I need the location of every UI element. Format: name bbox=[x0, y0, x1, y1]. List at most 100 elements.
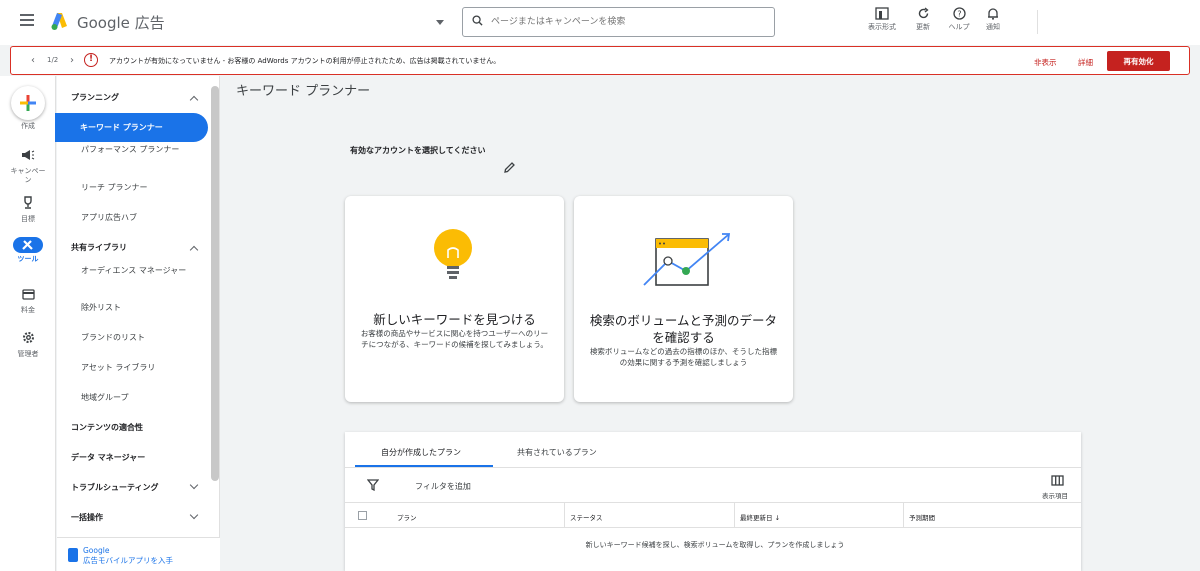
details-link[interactable]: 詳細 bbox=[1078, 57, 1093, 68]
rail-tools[interactable]: ツール bbox=[0, 237, 56, 264]
account-alert-banner: ‹ 1/2 › ! アカウントが有効になっていません - お客様の AdWord… bbox=[10, 46, 1190, 75]
nav-performance-planner[interactable]: パフォーマンス プランナー bbox=[81, 144, 193, 156]
discover-keywords-card[interactable]: 新しいキーワードを見つける お客様の商品やサービスに関心を持つユーザーへのリーチ… bbox=[345, 196, 564, 402]
column-separator bbox=[903, 503, 904, 528]
tabs-divider bbox=[345, 467, 1081, 468]
search-icon bbox=[472, 15, 483, 26]
megaphone-icon bbox=[22, 150, 35, 160]
brand-name: Google 広告 bbox=[77, 14, 165, 32]
header-plan[interactable]: プラン bbox=[397, 512, 417, 522]
nav-brand-lists[interactable]: ブランドのリスト bbox=[81, 332, 193, 344]
nav-exclusion-lists[interactable]: 除外リスト bbox=[81, 302, 193, 314]
toolbar-divider bbox=[1037, 10, 1038, 34]
nav-location-groups[interactable]: 地域グループ bbox=[81, 392, 193, 404]
discover-keywords-desc: お客様の商品やサービスに関心を持つユーザーへのリーチにつながる、キーワードの候補… bbox=[360, 329, 549, 349]
nav-troubleshooting[interactable]: トラブルシューティング bbox=[71, 482, 159, 493]
chevron-up-icon[interactable] bbox=[189, 95, 199, 105]
left-rail: 作成 キャンペーン 目標 ツール 料金 管理者 bbox=[0, 76, 56, 571]
nav-planning[interactable]: プランニング bbox=[71, 92, 119, 103]
search-box[interactable] bbox=[462, 7, 775, 37]
nav-audience-manager[interactable]: オーディエンス マネージャー bbox=[81, 265, 193, 277]
reenable-button[interactable]: 再有効化 bbox=[1107, 51, 1170, 71]
filter-icon[interactable] bbox=[367, 479, 379, 491]
appearance-icon bbox=[875, 7, 889, 20]
error-icon: ! bbox=[84, 53, 98, 67]
nav-keyword-planner-label: キーワード プランナー bbox=[80, 123, 163, 132]
chevron-down-icon[interactable] bbox=[189, 510, 199, 520]
menu-icon[interactable] bbox=[20, 14, 34, 26]
add-filter-button[interactable]: フィルタを追加 bbox=[415, 481, 471, 492]
credit-card-icon bbox=[21, 289, 35, 300]
page-scrollbar[interactable] bbox=[1190, 76, 1198, 456]
mobile-app-promo[interactable]: Google 広告モバイルアプリを入手 bbox=[57, 537, 220, 571]
account-dropdown-icon[interactable] bbox=[436, 20, 444, 25]
rail-create[interactable]: 作成 bbox=[0, 120, 56, 131]
refresh-label: 更新 bbox=[916, 23, 930, 31]
alert-message: アカウントが有効になっていません - お客様の AdWords アカウントの利用… bbox=[109, 57, 501, 65]
plans-panel: 自分が作成したプラン 共有されているプラン フィルタを追加 表示項目 プラン ス… bbox=[345, 432, 1081, 571]
rail-campaigns[interactable]: キャンペーン bbox=[0, 146, 56, 185]
mobile-app-line2: 広告モバイルアプリを入手 bbox=[83, 556, 173, 565]
mobile-app-text: Google 広告モバイルアプリを入手 bbox=[83, 546, 173, 566]
alert-pager: 1/2 bbox=[47, 56, 59, 64]
rail-goals-label: 目標 bbox=[21, 215, 35, 223]
header-forecast-period[interactable]: 予測期間 bbox=[909, 512, 935, 522]
columns-label[interactable]: 表示項目 bbox=[1042, 490, 1068, 500]
top-bar: Google 広告 表示形式 更新 ? ヘルプ 通知 bbox=[0, 0, 1200, 45]
mobile-app-line1: Google bbox=[83, 546, 110, 555]
trophy-icon bbox=[24, 196, 32, 209]
svg-text:?: ? bbox=[957, 10, 961, 19]
forecast-desc: 検索ボリュームなどの過去の指標のほか、そうした指標の効果に関する予測を確認しまし… bbox=[589, 347, 778, 367]
appearance-button[interactable]: 表示形式 bbox=[862, 7, 902, 39]
nav-data-manager[interactable]: データ マネージャー bbox=[71, 452, 145, 463]
header-last-updated[interactable]: 最終更新日 ↓ bbox=[740, 512, 780, 522]
column-separator bbox=[734, 503, 735, 528]
rail-billing-label: 料金 bbox=[21, 306, 35, 314]
tab-shared-plans[interactable]: 共有されているプラン bbox=[517, 447, 597, 458]
pencil-icon[interactable] bbox=[503, 161, 516, 174]
select-account-label: 有効なアカウントを選択してください bbox=[350, 146, 486, 155]
columns-icon[interactable] bbox=[1051, 475, 1064, 486]
forecast-chart-icon bbox=[643, 233, 731, 286]
rail-goals[interactable]: 目標 bbox=[0, 194, 56, 224]
bell-icon bbox=[988, 8, 998, 20]
wrench-icon bbox=[22, 240, 33, 250]
google-ads-logo[interactable] bbox=[50, 11, 70, 31]
phone-icon bbox=[68, 548, 78, 562]
nav-keyword-planner[interactable]: キーワード プランナー bbox=[55, 113, 208, 142]
select-all-checkbox[interactable] bbox=[358, 511, 367, 520]
nav-app-ad-hub[interactable]: アプリ広告ハブ bbox=[81, 212, 193, 224]
chevron-right-icon[interactable]: › bbox=[70, 55, 74, 66]
rail-tools-label: ツール bbox=[17, 255, 39, 263]
nav-shared-library[interactable]: 共有ライブラリ bbox=[71, 242, 127, 253]
nav-scrollbar[interactable] bbox=[211, 86, 219, 481]
nav-content-suitability[interactable]: コンテンツの適合性 bbox=[71, 422, 143, 433]
gear-icon bbox=[22, 332, 34, 343]
nav-reach-planner[interactable]: リーチ プランナー bbox=[81, 182, 193, 194]
rail-admin-label: 管理者 bbox=[17, 350, 39, 358]
rail-billing[interactable]: 料金 bbox=[0, 285, 56, 315]
nav-bulk-actions[interactable]: 一括操作 bbox=[71, 512, 103, 523]
search-input[interactable] bbox=[491, 13, 761, 31]
tools-pill bbox=[13, 237, 43, 253]
nav-asset-library[interactable]: アセット ライブラリ bbox=[81, 362, 193, 374]
chevron-left-icon[interactable]: ‹ bbox=[31, 55, 35, 66]
create-button[interactable] bbox=[11, 86, 45, 120]
discover-keywords-title: 新しいキーワードを見つける bbox=[373, 312, 536, 327]
page-title: キーワード プランナー bbox=[236, 84, 371, 99]
rail-admin[interactable]: 管理者 bbox=[0, 329, 56, 359]
refresh-button[interactable]: 更新 bbox=[903, 7, 943, 39]
header-status[interactable]: ステータス bbox=[570, 512, 603, 522]
rail-create-label: 作成 bbox=[21, 122, 35, 130]
chevron-up-icon[interactable] bbox=[189, 245, 199, 255]
dismiss-link[interactable]: 非表示 bbox=[1034, 57, 1057, 68]
rail-campaigns-label: キャンペーン bbox=[10, 167, 46, 184]
forecast-card[interactable]: 検索のボリュームと予測のデータを確認する 検索ボリュームなどの過去の指標のほか、… bbox=[574, 196, 793, 402]
forecast-title: 検索のボリュームと予測のデータを確認する bbox=[589, 313, 778, 345]
tab-my-plans[interactable]: 自分が作成したプラン bbox=[381, 447, 461, 458]
tools-nav-panel: プランニング パフォーマンス プランナー リーチ プランナー アプリ広告ハブ 共… bbox=[57, 76, 220, 571]
empty-state-message: 新しいキーワード候補を探し、検索ボリュームを取得し、プランを作成しましょう bbox=[585, 541, 845, 549]
chevron-down-icon[interactable] bbox=[189, 480, 199, 490]
refresh-icon bbox=[918, 7, 929, 19]
notifications-button[interactable]: 通知 bbox=[973, 7, 1013, 39]
